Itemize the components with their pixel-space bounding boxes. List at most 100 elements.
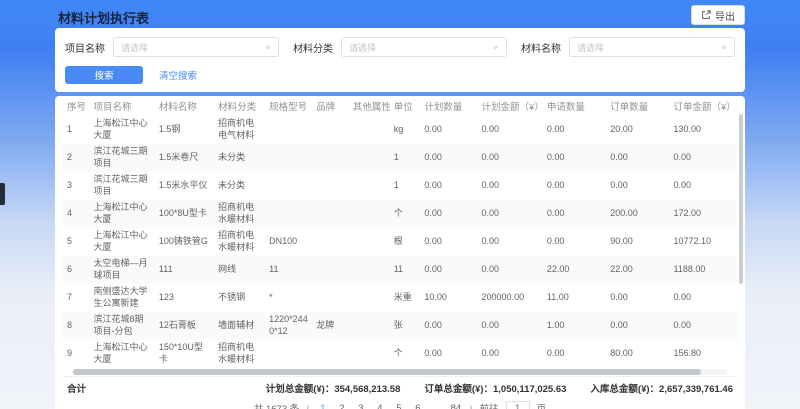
table-row[interactable]: 9上海松江中心大厦150*10U型卡招商机电 水暖材料个0.000.000.00… xyxy=(63,340,737,368)
column-header: 材料分类 xyxy=(214,96,265,116)
column-header: 其他属性 xyxy=(349,96,390,116)
export-button[interactable]: 导出 xyxy=(691,5,745,25)
table-cell: 111 xyxy=(155,256,214,284)
table-row[interactable]: 3滨江花城三期项目1.5米水平仪未分类10.000.000.000.000.00 xyxy=(63,172,737,200)
table-cell: 22.00 xyxy=(606,256,669,284)
table-row[interactable]: 7南侧盛达大学生公寓新建123不锈钢*米重10.00200000.0011.00… xyxy=(63,284,737,312)
table-cell xyxy=(349,340,390,368)
table-row[interactable]: 4上海松江中心大厦100*8U型卡招商机电 水暖材料个0.000.000.002… xyxy=(63,200,737,228)
table-row[interactable]: 2滨江花城三期项目1.5米卷尺未分类10.000.000.000.000.00 xyxy=(63,144,737,172)
table-cell: 0.00 xyxy=(478,116,543,144)
table-cell: 80.00 xyxy=(606,340,669,368)
table-cell xyxy=(349,172,390,200)
page-button[interactable]: 3 xyxy=(355,403,367,409)
table-cell: 0.00 xyxy=(543,172,606,200)
table-cell: 张 xyxy=(390,312,421,340)
summary-row: 合计 计划总金额(¥)：354,568,213.58订单总金额(¥)：1,050… xyxy=(63,376,737,398)
page-button[interactable]: 4 xyxy=(374,403,386,409)
table-cell: 100*8U型卡 xyxy=(155,200,214,228)
column-header: 申请数量 xyxy=(543,96,606,116)
table-cell: 123 xyxy=(155,284,214,312)
table-row[interactable]: 1上海松江中心大厦1.5钢招商机电 电气材料kg0.000.000.0020.0… xyxy=(63,116,737,144)
table-cell: 0.00 xyxy=(670,172,738,200)
table-cell: 墙面辅材 xyxy=(214,312,265,340)
page-ellipsis: ... xyxy=(431,403,443,409)
summary-amounts: 计划总金额(¥)：354,568,213.58订单总金额(¥)：1,050,11… xyxy=(266,381,733,395)
table-cell: 0.00 xyxy=(420,200,477,228)
table-cell xyxy=(349,200,390,228)
table-cell xyxy=(265,200,312,228)
column-header: 计划数量 xyxy=(420,96,477,116)
table-cell: 0.00 xyxy=(670,144,738,172)
table-cell xyxy=(312,200,349,228)
goto-page-input[interactable] xyxy=(506,401,530,409)
goto-page-prefix: 前往 xyxy=(480,401,499,409)
page-button[interactable]: 84 xyxy=(450,403,462,409)
table-cell xyxy=(349,116,390,144)
page-button[interactable]: 1 xyxy=(317,403,329,409)
search-button[interactable]: 搜索 xyxy=(65,66,143,84)
table-row[interactable]: 6太空电梯—月球项目111网线11110.000.0022.0022.00118… xyxy=(63,256,737,284)
table-cell: 11 xyxy=(265,256,312,284)
table-cell: 11.00 xyxy=(543,284,606,312)
vertical-scrollbar[interactable] xyxy=(739,114,743,284)
table-cell: 招商机电 电气材料 xyxy=(214,116,265,144)
table-cell: 滨江花城三期项目 xyxy=(90,144,155,172)
table-cell: 200.00 xyxy=(606,200,669,228)
table-cell: * xyxy=(265,284,312,312)
table-cell: 0.00 xyxy=(420,144,477,172)
table-panel: 序号项目名称材料名称材料分类规格型号品牌其他属性单位计划数量计划金额（¥）申请数… xyxy=(55,96,745,409)
page-button[interactable]: 5 xyxy=(393,403,405,409)
table-cell: 上海松江中心大厦 xyxy=(90,116,155,144)
table-cell: 1 xyxy=(390,172,421,200)
table-cell: 0.00 xyxy=(420,340,477,368)
table-cell: 0.00 xyxy=(478,172,543,200)
table-cell: 10.00 xyxy=(420,284,477,312)
material-category-select[interactable]: 请选择 ∨ xyxy=(341,37,507,57)
filter-row: 项目名称 请选择 ∨ 材料分类 请选择 ∨ 材料名称 请选 xyxy=(65,37,735,57)
project-name-select[interactable]: 请选择 ∨ xyxy=(113,37,279,57)
goto-page-suffix: 页 xyxy=(537,401,547,409)
table-cell: 招商机电 水暖材料 xyxy=(214,228,265,256)
clear-search-link[interactable]: 清空搜索 xyxy=(159,68,197,82)
summary-total-label: 合计 xyxy=(67,381,86,395)
filter-project: 项目名称 请选择 ∨ xyxy=(65,37,279,57)
table-cell: 根 xyxy=(390,228,421,256)
table-cell: 上海松江中心大厦 xyxy=(90,228,155,256)
chevron-down-icon: ∨ xyxy=(264,43,271,50)
table-cell xyxy=(312,116,349,144)
table-cell: 5 xyxy=(63,228,90,256)
table-cell: 网线 xyxy=(214,256,265,284)
column-header: 规格型号 xyxy=(265,96,312,116)
table-cell: 未分类 xyxy=(214,144,265,172)
collapsed-sidebar-handle[interactable] xyxy=(0,183,5,205)
table-cell: 0.00 xyxy=(478,200,543,228)
page-number-list: 1 2 3 4 5 6... 84 xyxy=(317,403,462,409)
table-cell: 滨江花城8期项目-分包 xyxy=(90,312,155,340)
page-button[interactable]: 2 xyxy=(336,403,348,409)
table-row[interactable]: 5上海松江中心大厦100铸铁管G招商机电 水暖材料DN100根0.000.000… xyxy=(63,228,737,256)
horizontal-scrollbar[interactable] xyxy=(73,369,701,375)
table-cell: 上海松江中心大厦 xyxy=(90,340,155,368)
page-button[interactable]: 6 xyxy=(412,403,424,409)
table-cell: 2 xyxy=(63,144,90,172)
table-cell xyxy=(265,116,312,144)
material-name-select[interactable]: 请选择 ∨ xyxy=(569,37,735,57)
next-page-button[interactable]: › xyxy=(469,403,473,409)
pagination: 共 1673 条 ‹ 123456...84 › 前往 页 xyxy=(63,398,737,409)
chevron-down-icon: ∨ xyxy=(720,43,727,50)
table-cell: 4 xyxy=(63,200,90,228)
table-cell: 6 xyxy=(63,256,90,284)
export-icon xyxy=(701,10,711,20)
table-cell: 1 xyxy=(390,144,421,172)
table-cell: 0.00 xyxy=(420,228,477,256)
table-cell xyxy=(312,144,349,172)
table-cell: 0.00 xyxy=(420,312,477,340)
table-cell xyxy=(349,284,390,312)
prev-page-button[interactable]: ‹ xyxy=(306,403,310,409)
chevron-down-icon: ∨ xyxy=(492,43,499,50)
table-cell xyxy=(265,172,312,200)
table-row[interactable]: 8滨江花城8期项目-分包12石膏板墙面辅材1220*2440*12龙牌张0.00… xyxy=(63,312,737,340)
summary-item: 入库总金额(¥)：2,657,339,761.46 xyxy=(590,381,733,395)
table-cell: 滨江花城三期项目 xyxy=(90,172,155,200)
